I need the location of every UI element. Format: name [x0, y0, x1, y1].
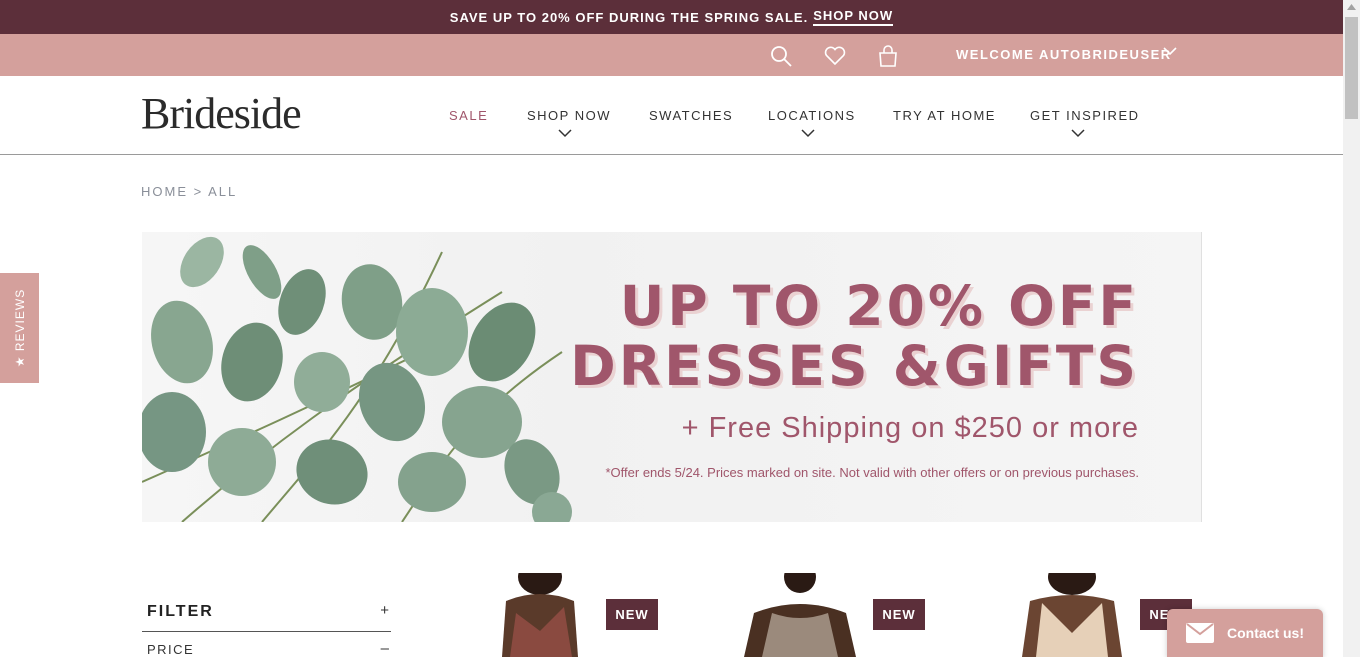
nav-sale[interactable]: SALE	[449, 108, 488, 123]
product-card[interactable]	[700, 573, 900, 657]
hero-subheadline: + Free Shipping on $250 or more	[681, 412, 1139, 444]
promo-bar: SAVE UP TO 20% OFF DURING THE SPRING SAL…	[0, 0, 1343, 34]
eucalyptus-leaves-image	[142, 236, 572, 522]
hero-headline-line1: UP TO 20% OFF	[619, 274, 1139, 338]
shopping-bag-icon[interactable]	[876, 44, 900, 68]
utility-bar: WELCOME AUTOBRIDEUSER	[0, 34, 1343, 76]
nav-swatches[interactable]: SWATCHES	[649, 108, 733, 123]
reviews-tab[interactable]: ★ REVIEWS	[0, 273, 39, 383]
contact-us-button[interactable]: Contact us!	[1167, 609, 1323, 657]
heart-icon[interactable]	[823, 44, 847, 68]
filter-price-row[interactable]: PRICE –	[142, 640, 391, 657]
filter-price-label: PRICE	[147, 642, 195, 657]
hero-headline-line2: DRESSES &GIFTS	[570, 334, 1139, 398]
nav-get-inspired[interactable]: GET INSPIRED	[1030, 108, 1140, 123]
reviews-tab-label: ★ REVIEWS	[12, 288, 27, 368]
envelope-icon	[1186, 623, 1214, 643]
breadcrumb[interactable]: HOME > ALL	[141, 184, 237, 199]
search-icon[interactable]	[769, 44, 793, 68]
chevron-down-icon[interactable]	[558, 128, 572, 138]
chevron-down-icon[interactable]	[1071, 128, 1085, 138]
new-badge: NEW	[873, 599, 925, 630]
nav-try-at-home[interactable]: TRY AT HOME	[893, 108, 996, 123]
nav-shop-now[interactable]: SHOP NOW	[527, 108, 611, 123]
main-header: Brideside SALE SHOP NOW SWATCHES LOCATIO…	[0, 76, 1343, 155]
promo-shop-now-link[interactable]: SHOP NOW	[813, 8, 894, 26]
new-badge: NEW	[606, 599, 658, 630]
filter-header[interactable]: FILTER +	[142, 596, 391, 632]
chevron-down-icon[interactable]	[1163, 46, 1177, 56]
nav-locations[interactable]: LOCATIONS	[768, 108, 856, 123]
collapse-icon[interactable]: –	[381, 640, 389, 657]
page-scrollbar[interactable]	[1343, 0, 1360, 657]
filter-title: FILTER	[147, 603, 214, 620]
chevron-down-icon[interactable]	[801, 128, 815, 138]
product-image	[744, 573, 856, 657]
expand-icon[interactable]: +	[380, 602, 389, 619]
welcome-account-menu[interactable]: WELCOME AUTOBRIDEUSER	[956, 47, 1172, 62]
scroll-up-arrow-icon[interactable]	[1347, 4, 1356, 10]
brand-logo[interactable]: Brideside	[141, 88, 302, 139]
hero-fine-print: *Offer ends 5/24. Prices marked on site.…	[605, 465, 1139, 480]
hero-banner[interactable]: UP TO 20% OFF DRESSES &GIFTS + Free Ship…	[142, 232, 1202, 522]
scrollbar-thumb[interactable]	[1345, 17, 1358, 119]
contact-us-label: Contact us!	[1227, 625, 1304, 641]
promo-text: SAVE UP TO 20% OFF DURING THE SPRING SAL…	[449, 9, 809, 25]
